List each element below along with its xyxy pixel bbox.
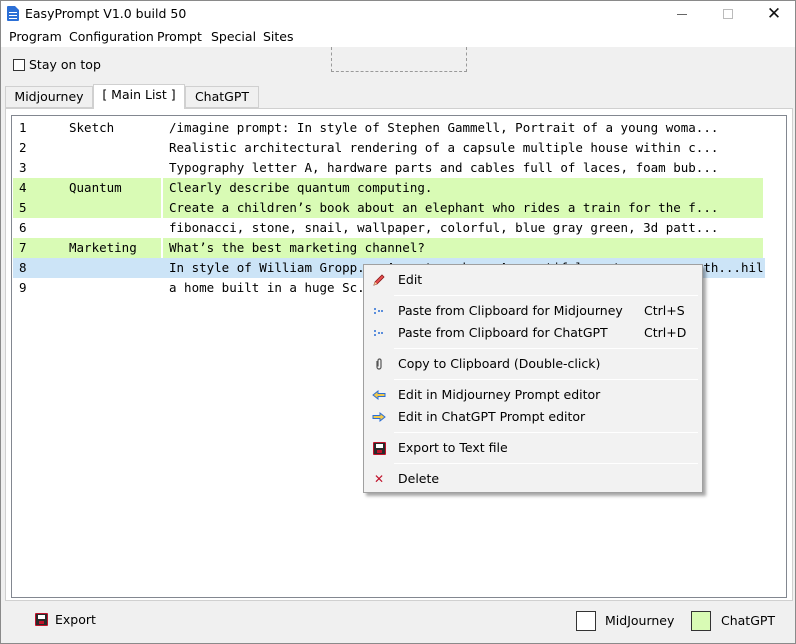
app-document-icon (7, 6, 19, 21)
tab-chatgpt[interactable]: ChatGPT (185, 86, 259, 108)
row-category: Sketch (69, 120, 115, 135)
ctx-edit-chatgpt-label: Edit in ChatGPT Prompt editor (398, 409, 586, 424)
table-row[interactable]: 3 Typography letter A, hardware parts an… (13, 158, 763, 178)
stay-on-top-label[interactable]: Stay on top (29, 57, 101, 72)
app-window: EasyPrompt V1.0 build 50 ✕ Program Confi… (0, 0, 796, 644)
row-prompt-text: fibonacci, stone, snail, wallpaper, colo… (169, 220, 719, 235)
row-prompt-text: Create a children’s book about an elepha… (163, 198, 763, 218)
row-category (63, 278, 161, 298)
table-row[interactable]: 5 Create a children’s book about an elep… (13, 198, 763, 218)
ctx-delete[interactable]: ✕ Delete (366, 468, 700, 490)
row-category (63, 138, 161, 158)
ctx-separator (394, 463, 698, 464)
menu-configuration[interactable]: Configuration (69, 29, 154, 44)
row-prompt-text: Realistic architectural rendering of a c… (169, 140, 719, 155)
paperclip-icon (372, 357, 386, 371)
ctx-edit-label: Edit (398, 272, 423, 287)
maximize-button[interactable] (705, 1, 751, 27)
legend-chatgpt-swatch (691, 611, 711, 631)
row-category (63, 198, 161, 218)
ctx-edit-chatgpt[interactable]: Edit in ChatGPT Prompt editor (366, 406, 700, 428)
row-number: 6 (19, 220, 27, 235)
ctx-shortcut: Ctrl+D (644, 325, 687, 340)
row-number: 5 (13, 198, 63, 218)
paste-dots-icon (372, 304, 386, 318)
row-number: 2 (19, 140, 27, 155)
row-number: 7 (13, 238, 63, 258)
stay-on-top-checkbox[interactable] (13, 59, 25, 71)
ctx-copy[interactable]: Copy to Clipboard (Double-click) (366, 353, 700, 375)
ctx-export-text-label: Export to Text file (398, 440, 508, 455)
ctx-shortcut: Ctrl+S (644, 303, 685, 318)
drop-area (331, 47, 467, 72)
row-number: 9 (19, 280, 27, 295)
row-number: 8 (19, 260, 27, 275)
table-row[interactable]: 4 Quantum Clearly describe quantum compu… (13, 178, 763, 198)
ctx-separator (394, 432, 698, 433)
row-number: 3 (19, 160, 27, 175)
row-prompt-text: What’s the best marketing channel? (163, 238, 763, 258)
minimize-icon (677, 13, 687, 15)
ctx-paste-chatgpt[interactable]: Paste from Clipboard for ChatGPT Ctrl+D (366, 322, 700, 344)
ctx-paste-midjourney[interactable]: Paste from Clipboard for Midjourney Ctrl… (366, 300, 700, 322)
row-prompt-text: Clearly describe quantum computing. (163, 178, 763, 198)
paste-dots-icon (372, 326, 386, 340)
table-row[interactable]: 2 Realistic architectural rendering of a… (13, 138, 763, 158)
window-title: EasyPrompt V1.0 build 50 (25, 6, 187, 21)
tab-main-list[interactable]: [ Main List ] (93, 84, 185, 109)
ctx-delete-label: Delete (398, 471, 440, 486)
ctx-separator (394, 379, 698, 380)
menu-bar: Program Configuration Prompt Special Sit… (1, 27, 795, 47)
close-icon: ✕ (766, 3, 782, 24)
ctx-paste-midjourney-label: Paste from Clipboard for Midjourney (398, 303, 623, 318)
export-label: Export (55, 612, 96, 627)
row-prompt-text: Typography letter A, hardware parts and … (169, 160, 719, 175)
table-row[interactable]: 7 Marketing What’s the best marketing ch… (13, 238, 763, 258)
row-category: Marketing (63, 238, 161, 258)
row-number: 1 (19, 120, 27, 135)
tab-midjourney[interactable]: Midjourney (5, 86, 93, 108)
legend-chatgpt-label: ChatGPT (721, 613, 776, 628)
title-bar: EasyPrompt V1.0 build 50 ✕ (1, 1, 795, 27)
table-row[interactable]: 1 Sketch /imagine prompt: In style of St… (13, 118, 763, 138)
ctx-separator (394, 348, 698, 349)
row-number: 4 (13, 178, 63, 198)
table-row[interactable]: 6 fibonacci, stone, snail, wallpaper, co… (13, 218, 763, 238)
row-category: Quantum (63, 178, 161, 198)
legend-midjourney-swatch (576, 611, 596, 631)
pencil-icon (372, 273, 386, 287)
floppy-disk-icon (35, 613, 48, 626)
row-category (63, 258, 161, 278)
close-button[interactable]: ✕ (751, 1, 796, 27)
export-button[interactable]: Export (35, 612, 125, 630)
row-prompt-text: /imagine prompt: In style of Stephen Gam… (169, 120, 719, 135)
ctx-separator (394, 295, 698, 296)
legend-midjourney-label: MidJourney (605, 613, 675, 628)
maximize-icon (723, 9, 733, 19)
row-category (63, 158, 161, 178)
delete-x-icon: ✕ (373, 472, 385, 486)
ctx-edit[interactable]: Edit (366, 269, 700, 291)
row-category (63, 218, 161, 238)
menu-prompt[interactable]: Prompt (157, 29, 202, 44)
floppy-disk-icon (372, 441, 386, 455)
ctx-export-text[interactable]: Export to Text file (366, 437, 700, 459)
context-menu: Edit Paste from Clipboard for Midjourney… (363, 264, 703, 493)
ctx-paste-chatgpt-label: Paste from Clipboard for ChatGPT (398, 325, 608, 340)
minimize-button[interactable] (659, 1, 705, 27)
arrow-right-icon (372, 410, 386, 424)
arrow-left-icon (372, 388, 386, 402)
ctx-edit-midjourney[interactable]: Edit in Midjourney Prompt editor (366, 384, 700, 406)
ctx-edit-midjourney-label: Edit in Midjourney Prompt editor (398, 387, 601, 402)
menu-sites[interactable]: Sites (263, 29, 294, 44)
ctx-copy-label: Copy to Clipboard (Double-click) (398, 356, 601, 371)
menu-program[interactable]: Program (9, 29, 62, 44)
menu-special[interactable]: Special (211, 29, 256, 44)
